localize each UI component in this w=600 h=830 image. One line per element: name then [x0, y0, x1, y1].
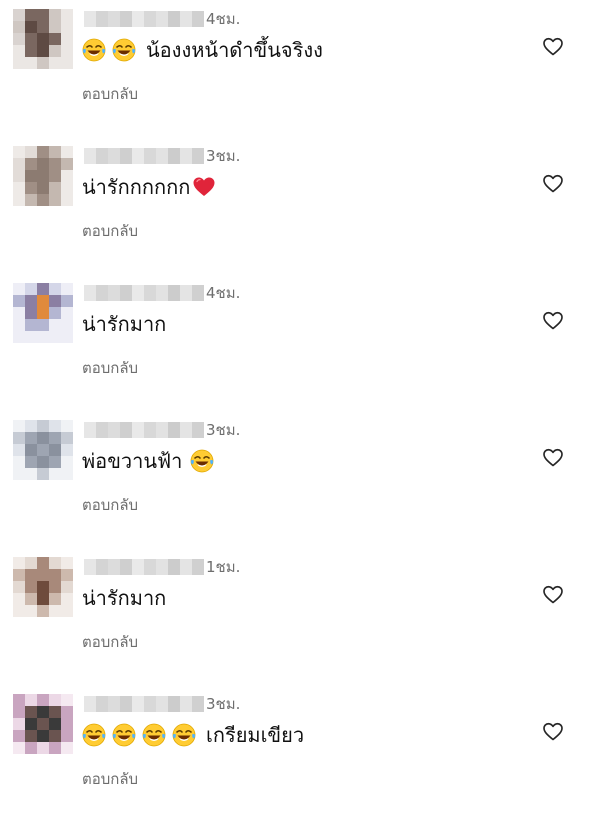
reply-button[interactable]: ตอบกลับ: [82, 493, 138, 517]
heart-outline-icon[interactable]: [542, 310, 564, 332]
reply-button[interactable]: ตอบกลับ: [82, 767, 138, 791]
comment-text: น้องงหน้าดำขึ้นจริงง: [146, 38, 323, 62]
reply-button[interactable]: ตอบกลับ: [82, 356, 138, 380]
reply-button[interactable]: ตอบกลับ: [82, 630, 138, 654]
comment-item: 3ชม. เกรียมเขียวตอบกลับ: [0, 693, 600, 830]
comment-item: 3ชม. พ่อขวานฟ้า ตอบกลับ: [0, 419, 600, 556]
comment-text: น่ารักมาก: [82, 312, 167, 336]
avatar[interactable]: [13, 283, 73, 343]
avatar[interactable]: [13, 9, 73, 69]
comment-meta: 1ชม.: [84, 556, 240, 578]
comment-body: เกรียมเขียว: [82, 719, 304, 751]
face-with-tears-of-joy-icon: [112, 38, 136, 62]
comment-meta: 3ชม.: [84, 145, 240, 167]
comment-text: พ่อขวานฟ้า: [82, 449, 183, 473]
red-heart-icon: [192, 175, 216, 199]
comment-time: 1ชม.: [206, 558, 241, 576]
comment-time: 3ชม.: [206, 421, 241, 439]
comment-time: 4ชม.: [206, 10, 241, 28]
face-with-tears-of-joy-icon: [172, 723, 196, 747]
username-blurred[interactable]: [84, 285, 204, 301]
avatar[interactable]: [13, 146, 73, 206]
heart-outline-icon[interactable]: [542, 173, 564, 195]
reply-button[interactable]: ตอบกลับ: [82, 82, 138, 106]
comment-meta: 3ชม.: [84, 693, 240, 715]
username-blurred[interactable]: [84, 559, 204, 575]
comment-body: น่ารักมาก: [82, 582, 166, 614]
heart-outline-icon[interactable]: [542, 584, 564, 606]
username-blurred[interactable]: [84, 696, 204, 712]
avatar[interactable]: [13, 557, 73, 617]
comment-text: เกรียมเขียว: [206, 723, 305, 747]
heart-outline-icon[interactable]: [542, 721, 564, 743]
comment-item: 4ชม. น้องงหน้าดำขึ้นจริงงตอบกลับ: [0, 8, 600, 145]
comment-body: น่ารักกกกกก: [82, 171, 216, 203]
comment-body: น่ารักมาก: [82, 308, 166, 340]
comment-text: น่ารักกกกกก: [82, 175, 191, 199]
avatar[interactable]: [13, 420, 73, 480]
comment-body: พ่อขวานฟ้า: [82, 445, 220, 477]
comment-meta: 4ชม.: [84, 8, 240, 30]
username-blurred[interactable]: [84, 11, 204, 27]
face-with-tears-of-joy-icon: [112, 723, 136, 747]
comment-time: 3ชม.: [206, 147, 241, 165]
comment-item: 4ชม. น่ารักมากตอบกลับ: [0, 282, 600, 419]
comment-time: 3ชม.: [206, 695, 241, 713]
username-blurred[interactable]: [84, 422, 204, 438]
comment-meta: 4ชม.: [84, 282, 240, 304]
comment-text: น่ารักมาก: [82, 586, 167, 610]
comment-meta: 3ชม.: [84, 419, 240, 441]
comment-item: 1ชม. น่ารักมากตอบกลับ: [0, 556, 600, 693]
reply-button[interactable]: ตอบกลับ: [82, 219, 138, 243]
face-with-tears-of-joy-icon: [190, 449, 214, 473]
face-with-tears-of-joy-icon: [82, 723, 106, 747]
face-with-tears-of-joy-icon: [142, 723, 166, 747]
face-with-tears-of-joy-icon: [82, 38, 106, 62]
comment-time: 4ชม.: [206, 284, 241, 302]
avatar[interactable]: [13, 694, 73, 754]
comment-item: 3ชม. น่ารักกกกกก ตอบกลับ: [0, 145, 600, 282]
heart-outline-icon[interactable]: [542, 36, 564, 58]
heart-outline-icon[interactable]: [542, 447, 564, 469]
username-blurred[interactable]: [84, 148, 204, 164]
comment-body: น้องงหน้าดำขึ้นจริงง: [82, 34, 323, 66]
